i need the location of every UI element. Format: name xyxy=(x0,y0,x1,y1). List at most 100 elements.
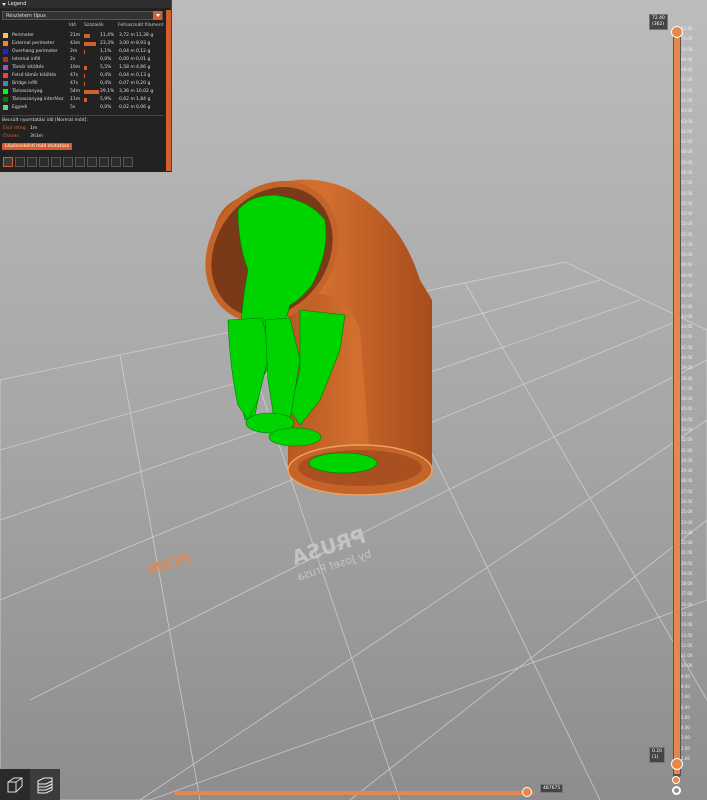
feature-percent: 29,1% xyxy=(100,89,115,94)
shells-icon[interactable] xyxy=(111,157,121,167)
feature-time: 43m xyxy=(70,41,81,46)
layer-tick-label: 50.00 xyxy=(681,252,693,258)
layer-slider-range xyxy=(674,38,680,774)
layer-ticks: 72.40 71.00 70.00 69.00 68.00 67.00 66.00 65.00… xyxy=(681,26,705,766)
color-swatch-icon xyxy=(3,57,8,62)
legend-row[interactable]: Támaszanyag interfész 11m 5,9% 0,62 m 1,84 g xyxy=(2,96,164,104)
retractions-icon[interactable] xyxy=(15,157,25,167)
layer-tick-label: 67.00 xyxy=(681,77,693,83)
color-swatch-icon xyxy=(3,89,8,94)
seams-icon[interactable] xyxy=(39,157,49,167)
layer-tick-label: 61.00 xyxy=(681,139,693,145)
feature-name: Tömör kitöltés xyxy=(12,65,44,70)
col-used: Felhasznált filament xyxy=(118,23,164,28)
cube-icon xyxy=(7,777,23,792)
layer-tick-label: 33.00 xyxy=(681,426,693,432)
feature-percent: 0,0% xyxy=(100,57,112,62)
feature-meters: 0,04 m xyxy=(119,49,135,54)
legend-scrollbar[interactable] xyxy=(166,10,171,171)
layer-tick-label: 28.00 xyxy=(681,478,693,484)
move-slider-track[interactable] xyxy=(174,791,534,795)
total-row: Összes: 3h3m xyxy=(2,134,164,142)
feature-name: External perimeter xyxy=(12,41,55,46)
deretractions-icon[interactable] xyxy=(27,157,37,167)
layer-tick-label: 51.00 xyxy=(681,241,693,247)
feature-percent: 0,4% xyxy=(100,73,112,78)
legend-header[interactable]: Legend xyxy=(0,0,171,8)
feature-grams: 0,20 g xyxy=(136,81,151,86)
legend-row[interactable]: External perimeter 43m 23,3% 3,00 m 8,93 g xyxy=(2,40,164,48)
layer-tick-label: 24.00 xyxy=(681,519,693,525)
show-stealth-mode-button[interactable]: Lépésenkénti mód mutatása xyxy=(2,143,73,150)
layer-tick-label: 62.00 xyxy=(681,128,693,134)
percent-bar xyxy=(84,74,85,78)
layer-tick-label: 31.00 xyxy=(681,447,693,453)
legend-row[interactable]: Overhang perimeter 2m 1,1% 0,04 m 0,12 g xyxy=(2,48,164,56)
legend-row[interactable]: Felső tömör kitöltés 47s 0,4% 0,04 m 0,13 g xyxy=(2,72,164,80)
layer-tick-label: 54.00 xyxy=(681,211,693,217)
view-type-select[interactable]: Részletem típus xyxy=(2,11,163,20)
layer-tick-label: 42.00 xyxy=(681,334,693,340)
layer-tick-label: 36.00 xyxy=(681,396,693,402)
layer-slider[interactable]: 72.40 (362) 72.40 71.00 70.00 69.00 68.00 67.… xyxy=(640,10,707,777)
wipe-tower-icon[interactable] xyxy=(3,157,13,167)
feature-meters: 0,04 m xyxy=(119,73,135,78)
legend-rows: Perimeter 21m 11,4% 3,72 m 11,38 g External p… xyxy=(2,32,164,112)
feature-percent: 0,4% xyxy=(100,81,112,86)
layer-tick-label: 58.00 xyxy=(681,169,693,175)
layer-tick-label: 18.00 xyxy=(681,581,693,587)
tool-marker-icon[interactable] xyxy=(123,157,133,167)
legend-row[interactable]: Bridge infill 47s 0,4% 0,07 m 0,20 g xyxy=(2,80,164,88)
move-slider-thumb[interactable] xyxy=(521,787,532,797)
color-swatch-icon xyxy=(3,49,8,54)
feature-time: 10m xyxy=(70,65,81,70)
legend-row[interactable]: Támaszanyag 54m 29,1% 3,36 m 10,02 g xyxy=(2,88,164,96)
layer-tick-label: 16.00 xyxy=(681,601,693,607)
layer-bottom-label: 0.20 (1) xyxy=(649,747,666,763)
feature-meters: 0,07 m xyxy=(119,81,135,86)
layer-bottom-index: (1) xyxy=(652,755,659,760)
layer-tick-label: 66.00 xyxy=(681,87,693,93)
feature-grams: 4,66 g xyxy=(136,65,151,70)
tool-changes-icon[interactable] xyxy=(51,157,61,167)
chevron-down-icon[interactable] xyxy=(153,11,162,20)
percent-bar xyxy=(84,66,87,70)
feature-time: 47s xyxy=(70,73,79,78)
layer-top-label: 72.40 (362) xyxy=(649,14,668,30)
total-value: 3h3m xyxy=(30,134,43,139)
layer-tick-label: 52.00 xyxy=(681,231,693,237)
feature-time: 47s xyxy=(70,81,79,86)
legend-row[interactable]: Internal infill 2s 0,0% 0,00 m 0,01 g xyxy=(2,56,164,64)
layer-tick-label: 3.00 xyxy=(681,735,690,741)
feature-name: Egyedi xyxy=(12,105,28,110)
layer-top-index: (362) xyxy=(652,22,665,27)
one-layer-mode-icon[interactable] xyxy=(672,776,680,784)
collapse-arrow-icon[interactable] xyxy=(2,2,6,6)
feature-percent: 5,9% xyxy=(100,97,112,102)
move-slider[interactable] xyxy=(174,787,534,797)
feature-name: Támaszanyag xyxy=(12,89,43,94)
legend-row[interactable]: Perimeter 21m 11,4% 3,72 m 11,38 g xyxy=(2,32,164,40)
feature-percent: 0,0% xyxy=(100,105,112,110)
layer-tick-label: 11.00 xyxy=(681,653,693,659)
color-swatch-icon xyxy=(3,105,8,110)
percent-bar xyxy=(84,42,96,46)
layer-tick-label: 32.00 xyxy=(681,437,693,443)
feature-grams: 0,12 g xyxy=(136,49,151,54)
layer-tick-label: 39.00 xyxy=(681,365,693,371)
layer-tick-label: 59.00 xyxy=(681,159,693,165)
color-changes-icon[interactable] xyxy=(63,157,73,167)
3d-view-button[interactable] xyxy=(0,769,30,800)
settings-gear-icon[interactable] xyxy=(672,786,681,795)
legend-row[interactable]: Tömör kitöltés 10m 5,5% 1,58 m 4,66 g xyxy=(2,64,164,72)
travel-icon[interactable] xyxy=(99,157,109,167)
layer-lower-thumb[interactable] xyxy=(671,758,683,770)
layer-tick-label: 21.00 xyxy=(681,550,693,556)
legend-row[interactable]: Egyedi 5s 0,0% 0,02 m 0,06 g xyxy=(2,104,164,112)
color-swatch-icon xyxy=(3,65,8,70)
layer-tick-label: 2.00 xyxy=(681,745,690,751)
pause-icon[interactable] xyxy=(75,157,85,167)
custom-gcode-icon[interactable] xyxy=(87,157,97,167)
feature-time: 5s xyxy=(70,105,76,110)
preview-view-button[interactable] xyxy=(30,769,60,800)
